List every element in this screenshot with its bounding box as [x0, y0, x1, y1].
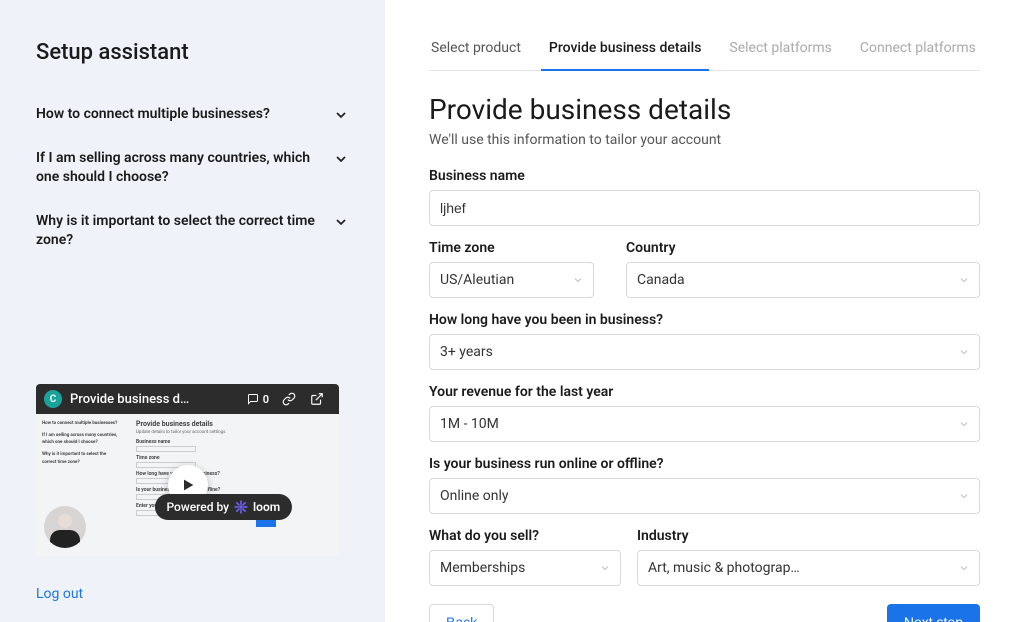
chevron-down-icon [333, 214, 349, 230]
industry-select[interactable]: Art, music & photograp… [637, 550, 980, 586]
main-content: Select product Provide business details … [385, 0, 1024, 622]
comment-icon [247, 393, 259, 405]
tab-provide-business-details[interactable]: Provide business details [547, 28, 703, 70]
field-revenue: Your revenue for the last year 1M - 10M [429, 384, 980, 442]
label-country: Country [626, 240, 980, 256]
tab-connect-platforms: Connect platforms [858, 28, 978, 70]
chevron-down-icon [333, 107, 349, 123]
loom-icon [234, 500, 248, 514]
revenue-select[interactable]: 1M - 10M [429, 406, 980, 442]
sell-select[interactable]: Memberships [429, 550, 621, 586]
wizard-tabs: Select product Provide business details … [429, 28, 980, 71]
faq-item-2[interactable]: Why is it important to select the correc… [36, 200, 353, 263]
sidebar: Setup assistant How to connect multiple … [0, 0, 385, 622]
chevron-down-icon [958, 346, 970, 358]
next-step-button[interactable]: Next step [887, 604, 980, 622]
label-business-name: Business name [429, 168, 980, 184]
online-offline-select[interactable]: Online only [429, 478, 980, 514]
field-online-offline: Is your business run online or offline? … [429, 456, 980, 514]
field-tenure: How long have you been in business? 3+ y… [429, 312, 980, 370]
industry-value: Art, music & photograp… [648, 560, 800, 576]
faq-text: Why is it important to select the correc… [36, 212, 316, 251]
label-sell: What do you sell? [429, 528, 621, 544]
country-select[interactable]: Canada [626, 262, 980, 298]
logout-link[interactable]: Log out [36, 586, 353, 602]
video-title: Provide business d… [70, 392, 233, 407]
country-value: Canada [637, 272, 685, 288]
wizard-buttons: Back Next step [429, 604, 980, 622]
field-business-name: Business name [429, 168, 980, 226]
powered-by-prefix: Powered by [166, 500, 229, 514]
video-preview: C Provide business d… 0 How to connect m… [36, 384, 339, 556]
chevron-down-icon [599, 562, 611, 574]
faq-text: If I am selling across many countries, w… [36, 149, 316, 188]
revenue-value: 1M - 10M [440, 416, 499, 432]
link-button[interactable] [275, 388, 303, 410]
faq-item-0[interactable]: How to connect multiple businesses? [36, 93, 353, 137]
online-offline-value: Online only [440, 488, 509, 504]
tab-select-platforms: Select platforms [727, 28, 834, 70]
time-zone-value: US/Aleutian [440, 272, 514, 288]
label-time-zone: Time zone [429, 240, 594, 256]
label-revenue: Your revenue for the last year [429, 384, 980, 400]
label-industry: Industry [637, 528, 980, 544]
page-heading: Provide business details [429, 93, 980, 126]
powered-by-pill[interactable]: Powered by loom [154, 494, 292, 520]
external-link-icon [310, 392, 324, 406]
play-icon [180, 477, 196, 493]
video-header: C Provide business d… 0 [36, 384, 339, 414]
chevron-down-icon [958, 562, 970, 574]
label-tenure: How long have you been in business? [429, 312, 980, 328]
faq-text: How to connect multiple businesses? [36, 105, 270, 125]
tenure-select[interactable]: 3+ years [429, 334, 980, 370]
comment-count: 0 [263, 393, 269, 406]
video-actions: 0 [241, 388, 331, 410]
presenter-avatar [44, 506, 86, 548]
external-link-button[interactable] [303, 388, 331, 410]
sidebar-title: Setup assistant [36, 40, 353, 65]
chevron-down-icon [572, 274, 584, 286]
chevron-down-icon [958, 490, 970, 502]
faq-item-1[interactable]: If I am selling across many countries, w… [36, 137, 353, 200]
back-button[interactable]: Back [429, 604, 494, 622]
chevron-down-icon [958, 274, 970, 286]
label-online-offline: Is your business run online or offline? [429, 456, 980, 472]
chevron-down-icon [333, 151, 349, 167]
business-name-input[interactable] [429, 190, 980, 226]
comment-button[interactable]: 0 [241, 388, 275, 410]
tab-select-product[interactable]: Select product [429, 28, 523, 70]
tenure-value: 3+ years [440, 344, 493, 360]
video-body: How to connect multiple businesses? If I… [36, 414, 339, 556]
video-avatar: C [44, 390, 62, 408]
link-icon [282, 392, 296, 406]
sell-value: Memberships [440, 560, 525, 576]
page-subtitle: We'll use this information to tailor you… [429, 132, 980, 148]
chevron-down-icon [958, 418, 970, 430]
time-zone-select[interactable]: US/Aleutian [429, 262, 594, 298]
powered-by-brand: loom [253, 500, 280, 514]
